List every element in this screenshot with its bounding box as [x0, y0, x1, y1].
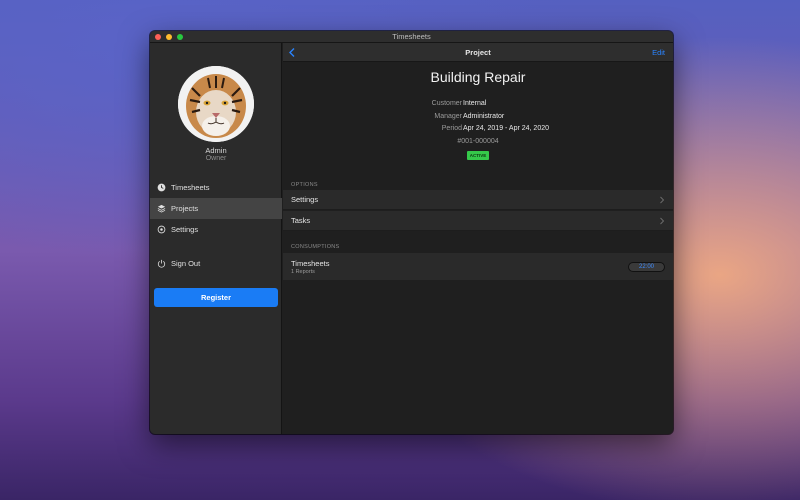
- page-title: Project: [465, 48, 491, 57]
- period-value: Apr 24, 2019 - Apr 24, 2020: [463, 125, 550, 132]
- sidebar-item-projects[interactable]: Projects: [150, 198, 282, 219]
- manager-value: Administrator: [463, 113, 505, 120]
- options-row-settings[interactable]: Settings: [283, 190, 673, 210]
- consumption-value-pill: 22:00: [628, 262, 665, 272]
- sidebar-item-label: Projects: [171, 204, 199, 213]
- options-section-header: OPTIONS: [291, 182, 318, 188]
- sidebar-item-label: Sign Out: [171, 259, 201, 268]
- row-label: Tasks: [291, 216, 311, 225]
- options-row-tasks[interactable]: Tasks: [283, 211, 673, 231]
- project-detail-pane: Project Edit Building Repair Customer In…: [283, 43, 673, 434]
- navigation-bar: Project Edit: [283, 43, 673, 62]
- status-badge: ACTIVE: [467, 151, 489, 160]
- clock-icon: [156, 183, 166, 193]
- gear-icon: [156, 225, 166, 235]
- avatar[interactable]: [178, 66, 254, 142]
- customer-row: Customer Internal: [283, 100, 673, 112]
- consumption-title: Timesheets: [291, 259, 330, 268]
- customer-label: Customer: [431, 100, 462, 107]
- edit-button[interactable]: Edit: [652, 43, 665, 62]
- consumptions-section-header: CONSUMPTIONS: [291, 244, 340, 250]
- profile-name: Admin: [205, 146, 227, 155]
- app-window: Timesheets Admin Owner Timesheets Projec…: [150, 31, 673, 434]
- sidebar-item-label: Timesheets: [171, 183, 210, 192]
- project-name: Building Repair: [430, 69, 526, 85]
- power-icon: [156, 259, 166, 269]
- sidebar-item-settings[interactable]: Settings: [150, 219, 282, 240]
- sidebar-item-label: Settings: [171, 225, 199, 234]
- row-label: Settings: [291, 195, 319, 204]
- manager-row: Manager Administrator: [283, 113, 673, 125]
- sidebar: Admin Owner Timesheets Projects Settings…: [150, 43, 282, 434]
- chevron-right-icon: [659, 217, 665, 225]
- tiger-avatar-image: [178, 66, 254, 142]
- period-label: Period: [441, 125, 462, 132]
- layers-icon: [156, 204, 166, 214]
- chevron-right-icon: [659, 196, 665, 204]
- sidebar-item-timesheets[interactable]: Timesheets: [150, 177, 282, 198]
- customer-value: Internal: [463, 100, 487, 107]
- consumption-subtitle: 1 Reports: [291, 269, 315, 275]
- project-code: #001-000004: [457, 138, 499, 145]
- window-title: Timesheets: [392, 32, 431, 41]
- sidebar-item-sign-out[interactable]: Sign Out: [150, 253, 282, 274]
- register-button[interactable]: Register: [154, 288, 278, 307]
- profile-role: Owner: [205, 155, 227, 162]
- manager-label: Manager: [434, 113, 462, 120]
- period-row: Period Apr 24, 2019 - Apr 24, 2020: [283, 125, 673, 137]
- title-bar: Timesheets: [150, 31, 673, 43]
- consumption-row-timesheets[interactable]: Timesheets 1 Reports 22:00: [283, 253, 673, 280]
